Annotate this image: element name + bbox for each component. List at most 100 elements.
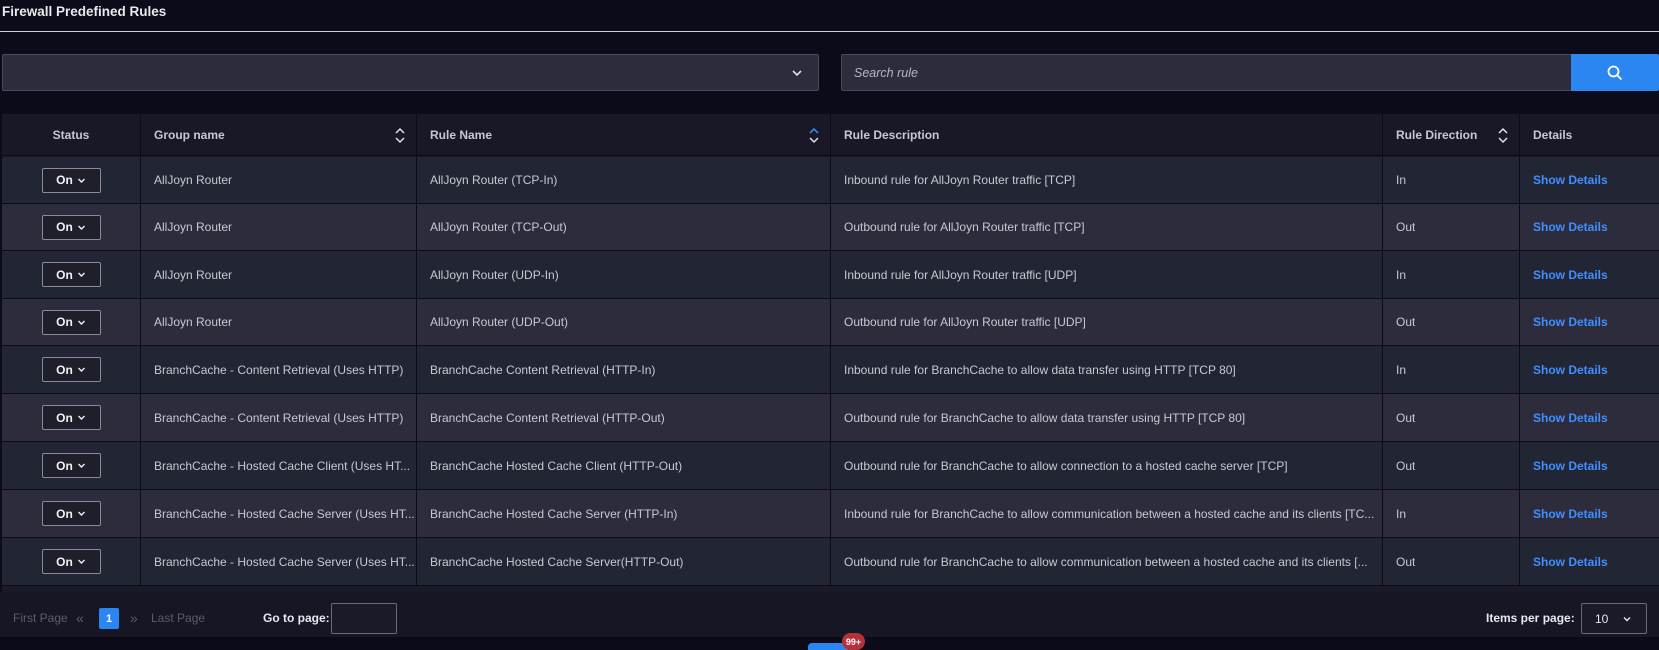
search-icon bbox=[1607, 65, 1623, 80]
group-cell: BranchCache - Hosted Cache Server (Uses … bbox=[141, 490, 417, 537]
rule-description: Inbound rule for AllJoyn Router traffic … bbox=[844, 267, 1077, 282]
direction-cell: Out bbox=[1383, 204, 1520, 250]
status-label: On bbox=[56, 410, 73, 425]
table-row: On BranchCache - Hosted Cache Server (Us… bbox=[2, 538, 1659, 586]
status-toggle[interactable]: On bbox=[41, 262, 101, 287]
rule-direction: In bbox=[1396, 173, 1407, 187]
rule-name: BranchCache Hosted Cache Server (HTTP-In… bbox=[430, 506, 678, 521]
go-to-page-input[interactable] bbox=[331, 603, 397, 634]
items-per-page-value: 10 bbox=[1595, 611, 1609, 626]
column-header-details: Details bbox=[1520, 114, 1659, 155]
status-toggle[interactable]: On bbox=[41, 405, 101, 430]
rule-name: AllJoyn Router (TCP-In) bbox=[430, 173, 558, 187]
group-name: AllJoyn Router bbox=[154, 315, 233, 329]
description-cell: Inbound rule for AllJoyn Router traffic … bbox=[831, 157, 1383, 203]
show-details-link[interactable]: Show Details bbox=[1533, 507, 1608, 521]
last-page-link[interactable]: Last Page bbox=[151, 611, 205, 625]
status-label: On bbox=[56, 315, 73, 329]
table-row: On AllJoyn Router AllJoyn Router (TCP-Ou… bbox=[2, 204, 1659, 251]
show-details-link[interactable]: Show Details bbox=[1533, 220, 1608, 234]
rule-name-cell: AllJoyn Router (UDP-In) bbox=[417, 251, 831, 298]
table-header: Status Group name Rule Name Rule Descrip… bbox=[2, 114, 1659, 156]
sort-icon[interactable] bbox=[394, 127, 406, 144]
show-details-link[interactable]: Show Details bbox=[1533, 459, 1608, 473]
rule-description: Inbound rule for BranchCache to allow co… bbox=[844, 506, 1375, 521]
items-per-page-select[interactable]: 10 bbox=[1581, 603, 1647, 634]
status-cell: On bbox=[2, 251, 141, 298]
next-page-icon[interactable]: » bbox=[130, 610, 138, 626]
description-cell: Inbound rule for BranchCache to allow da… bbox=[831, 346, 1383, 393]
title-bar: Firewall Predefined Rules bbox=[0, 0, 1659, 32]
direction-cell: In bbox=[1383, 490, 1520, 537]
notification-badge: 99+ bbox=[842, 633, 865, 650]
status-cell: On bbox=[2, 346, 141, 393]
group-cell: AllJoyn Router bbox=[141, 157, 417, 203]
description-cell: Outbound rule for BranchCache to allow c… bbox=[831, 538, 1383, 585]
status-toggle[interactable]: On bbox=[41, 549, 101, 574]
table-row: On BranchCache - Content Retrieval (Uses… bbox=[2, 394, 1659, 442]
group-name: BranchCache - Hosted Cache Server (Uses … bbox=[154, 506, 415, 521]
show-details-link[interactable]: Show Details bbox=[1533, 411, 1608, 425]
column-header-status: Status bbox=[2, 114, 141, 155]
pagination-bar: First Page « 1 » Last Page Go to page: I… bbox=[0, 592, 1659, 637]
first-page-link[interactable]: First Page bbox=[13, 611, 68, 625]
show-details-link[interactable]: Show Details bbox=[1533, 363, 1608, 377]
chevron-down-icon bbox=[77, 320, 85, 325]
sort-active-icon[interactable] bbox=[808, 127, 820, 144]
column-header-direction[interactable]: Rule Direction bbox=[1383, 114, 1520, 155]
group-filter-select[interactable] bbox=[2, 54, 819, 91]
table-row: On BranchCache - Hosted Cache Server (Us… bbox=[2, 490, 1659, 538]
group-name: BranchCache - Content Retrieval (Uses HT… bbox=[154, 362, 404, 377]
description-cell: Outbound rule for AllJoyn Router traffic… bbox=[831, 204, 1383, 250]
column-header-label: Details bbox=[1533, 127, 1573, 142]
rule-name: BranchCache Hosted Cache Client (HTTP-Ou… bbox=[430, 458, 683, 473]
status-toggle[interactable]: On bbox=[41, 167, 101, 193]
group-cell: BranchCache - Content Retrieval (Uses HT… bbox=[141, 394, 417, 441]
go-to-page-label: Go to page: bbox=[263, 611, 330, 625]
search-input[interactable] bbox=[842, 55, 1571, 90]
search-button[interactable] bbox=[1571, 54, 1659, 91]
previous-page-icon[interactable]: « bbox=[76, 610, 84, 626]
status-toggle[interactable]: On bbox=[41, 453, 101, 478]
chevron-down-icon bbox=[77, 178, 85, 183]
table-row: On AllJoyn Router AllJoyn Router (UDP-In… bbox=[2, 251, 1659, 299]
show-details-link[interactable]: Show Details bbox=[1533, 268, 1608, 282]
rule-name-cell: AllJoyn Router (TCP-In) bbox=[417, 157, 831, 203]
rule-direction: Out bbox=[1396, 458, 1416, 473]
status-toggle[interactable]: On bbox=[41, 309, 101, 335]
status-label: On bbox=[56, 506, 73, 521]
column-header-group[interactable]: Group name bbox=[141, 114, 417, 155]
show-details-link[interactable]: Show Details bbox=[1533, 173, 1608, 187]
current-page-button[interactable]: 1 bbox=[99, 608, 119, 629]
rules-table: Status Group name Rule Name Rule Descrip… bbox=[2, 114, 1659, 592]
rule-direction: In bbox=[1396, 506, 1407, 521]
details-cell: Show Details bbox=[1520, 394, 1659, 441]
details-cell: Show Details bbox=[1520, 157, 1659, 203]
search-field[interactable] bbox=[841, 54, 1571, 91]
group-name: BranchCache - Content Retrieval (Uses HT… bbox=[154, 410, 404, 425]
description-cell: Outbound rule for AllJoyn Router traffic… bbox=[831, 299, 1383, 345]
column-header-label: Rule Name bbox=[430, 127, 493, 142]
rule-name-cell: BranchCache Hosted Cache Server (HTTP-In… bbox=[417, 490, 831, 537]
group-cell: BranchCache - Hosted Cache Server (Uses … bbox=[141, 538, 417, 585]
rule-name: BranchCache Hosted Cache Server(HTTP-Out… bbox=[430, 554, 684, 569]
status-cell: On bbox=[2, 204, 141, 250]
details-cell: Show Details bbox=[1520, 442, 1659, 489]
show-details-link[interactable]: Show Details bbox=[1533, 315, 1608, 329]
description-cell: Inbound rule for AllJoyn Router traffic … bbox=[831, 251, 1383, 298]
status-toggle[interactable]: On bbox=[41, 214, 101, 240]
rule-description: Inbound rule for BranchCache to allow da… bbox=[844, 362, 1236, 377]
show-details-link[interactable]: Show Details bbox=[1533, 555, 1608, 569]
table-row: On BranchCache - Hosted Cache Client (Us… bbox=[2, 442, 1659, 490]
details-cell: Show Details bbox=[1520, 538, 1659, 585]
status-toggle[interactable]: On bbox=[41, 501, 101, 526]
status-toggle[interactable]: On bbox=[41, 357, 101, 382]
rule-name-cell: BranchCache Content Retrieval (HTTP-Out) bbox=[417, 394, 831, 441]
column-header-label: Rule Direction bbox=[1396, 127, 1478, 142]
direction-cell: Out bbox=[1383, 299, 1520, 345]
sort-icon[interactable] bbox=[1497, 127, 1509, 144]
column-header-rule-name[interactable]: Rule Name bbox=[417, 114, 831, 155]
rule-description: Outbound rule for BranchCache to allow c… bbox=[844, 554, 1368, 569]
status-cell: On bbox=[2, 394, 141, 441]
rule-name: AllJoyn Router (TCP-Out) bbox=[430, 220, 567, 234]
